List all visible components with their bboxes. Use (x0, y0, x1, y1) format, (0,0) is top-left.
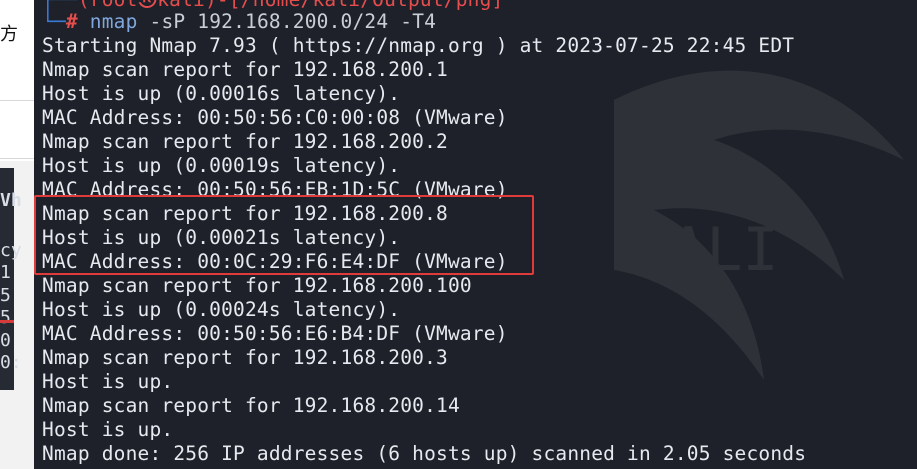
svg-text:KALI: KALI (634, 215, 779, 285)
output-line: Nmap done: 256 IP addresses (6 hosts up)… (42, 442, 807, 465)
bg-text-fragment: 5 (0, 285, 11, 306)
output-line: Starting Nmap 7.93 ( https://nmap.org ) … (42, 34, 795, 57)
bg-panel (0, 101, 34, 161)
output-line: MAC Address: 00:50:56:C0:00:08 (VMware) (42, 106, 508, 129)
bg-text-fragment: cy (0, 240, 22, 261)
bg-text-fragment: 0 (0, 330, 11, 351)
output-line: Host is up (0.00016s latency). (42, 82, 401, 105)
terminal-window[interactable]: KALI ┌──(root㉿kali)-[/home/kali/Output/p… (34, 0, 917, 469)
bg-text-fragment: 方 (0, 24, 18, 45)
bg-text-fragment: 1 (0, 262, 11, 283)
command-name: nmap (89, 10, 138, 33)
prompt-command-line: └─# nmap -sP 192.168.200.0/24 -T4 (42, 10, 437, 33)
bg-panel (0, 0, 34, 100)
bg-text-fragment: 5 (0, 307, 11, 328)
bg-red-mark (0, 320, 14, 323)
red-highlight-annotation (34, 195, 534, 275)
prompt-symbol: # (65, 10, 78, 33)
kali-dragon-watermark: KALI (614, 70, 904, 380)
output-line: Host is up (0.00019s latency). (42, 154, 401, 177)
command-args: -sP 192.168.200.0/24 -T4 (149, 10, 437, 33)
output-line: Host is up. (42, 418, 174, 441)
divider (0, 158, 34, 159)
background-window-strip: 方 Vh cy 1 5 5 0 0: (0, 0, 34, 469)
output-line: Host is up. (42, 370, 174, 393)
output-line: Nmap scan report for 192.168.200.3 (42, 346, 448, 369)
bg-text-fragment: 0: (0, 352, 22, 373)
output-line: MAC Address: 00:50:56:E6:B4:DF (VMware) (42, 322, 508, 345)
output-line: Nmap scan report for 192.168.200.100 (42, 274, 472, 297)
output-line: Nmap scan report for 192.168.200.14 (42, 394, 460, 417)
output-line: Nmap scan report for 192.168.200.1 (42, 58, 448, 81)
bg-text-fragment: Vh (0, 190, 22, 211)
output-line: Host is up (0.00024s latency). (42, 298, 401, 321)
output-line: Nmap scan report for 192.168.200.2 (42, 130, 448, 153)
